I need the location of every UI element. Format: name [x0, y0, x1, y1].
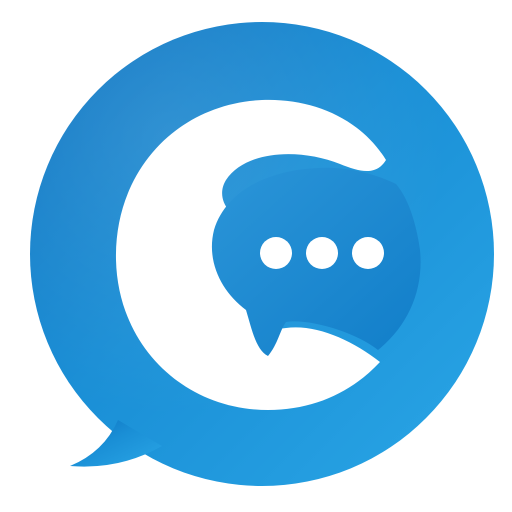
typing-dot-1: [260, 237, 292, 269]
typing-dot-2: [306, 237, 338, 269]
chat-bubble-logo-icon: [30, 22, 494, 486]
typing-dot-3: [352, 237, 384, 269]
typing-indicator: [260, 237, 384, 269]
app-logo: [0, 0, 512, 512]
